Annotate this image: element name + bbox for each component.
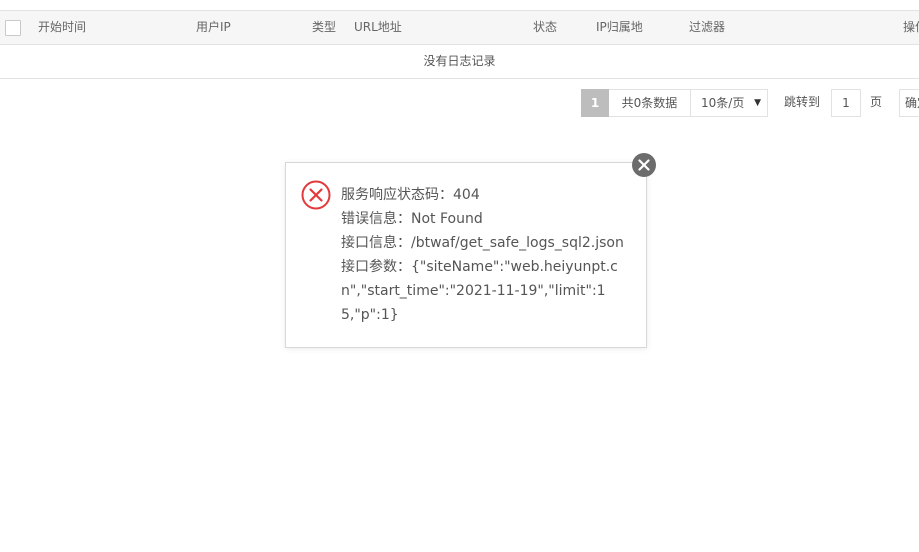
column-user-ip[interactable]: 用户IP [196, 11, 231, 44]
table-header: 开始时间 用户IP 类型 URL地址 状态 IP归属地 过滤器 操作 [0, 10, 919, 45]
column-ip-location[interactable]: IP归属地 [596, 11, 643, 44]
column-actions: 操作 [903, 20, 919, 34]
column-filter[interactable]: 过滤器 [689, 11, 725, 44]
column-type[interactable]: 类型 [312, 11, 336, 44]
error-info-line: 错误信息：Not Found [341, 211, 483, 227]
page-size-value: 10条/页 [701, 96, 745, 110]
log-table: 开始时间 用户IP 类型 URL地址 状态 IP归属地 过滤器 操作 没有日志记… [0, 10, 919, 79]
close-icon[interactable] [632, 153, 656, 177]
column-start-time[interactable]: 开始时间 [38, 11, 86, 44]
jump-label: 跳转到 [784, 95, 821, 109]
status-code-line: 服务响应状态码：404 [341, 187, 480, 203]
api-info-line: 接口信息：/btwaf/get_safe_logs_sql2.json [341, 235, 624, 251]
api-params-line: 接口参数：{"siteName":"web.heiyunpt.cn","star… [341, 259, 618, 323]
error-circle-x-icon [301, 180, 331, 210]
empty-message: 没有日志记录 [0, 45, 919, 79]
column-status[interactable]: 状态 [533, 11, 557, 44]
total-count: 共0条数据 [609, 89, 691, 117]
error-message: 服务响应状态码：404 错误信息：Not Found 接口信息：/btwaf/g… [341, 183, 636, 327]
page-current[interactable]: 1 [581, 89, 609, 117]
column-url[interactable]: URL地址 [354, 11, 402, 44]
page-size-select[interactable]: 10条/页 ▼ [690, 89, 768, 117]
page-unit-label: 页 [870, 95, 883, 109]
jump-confirm-button[interactable]: 确定 [899, 89, 919, 117]
select-all-checkbox[interactable] [5, 20, 21, 36]
error-dialog: 服务响应状态码：404 错误信息：Not Found 接口信息：/btwaf/g… [285, 162, 647, 348]
jump-page-input[interactable]: 1 [831, 89, 861, 117]
dropdown-arrow-icon: ▼ [754, 98, 761, 108]
